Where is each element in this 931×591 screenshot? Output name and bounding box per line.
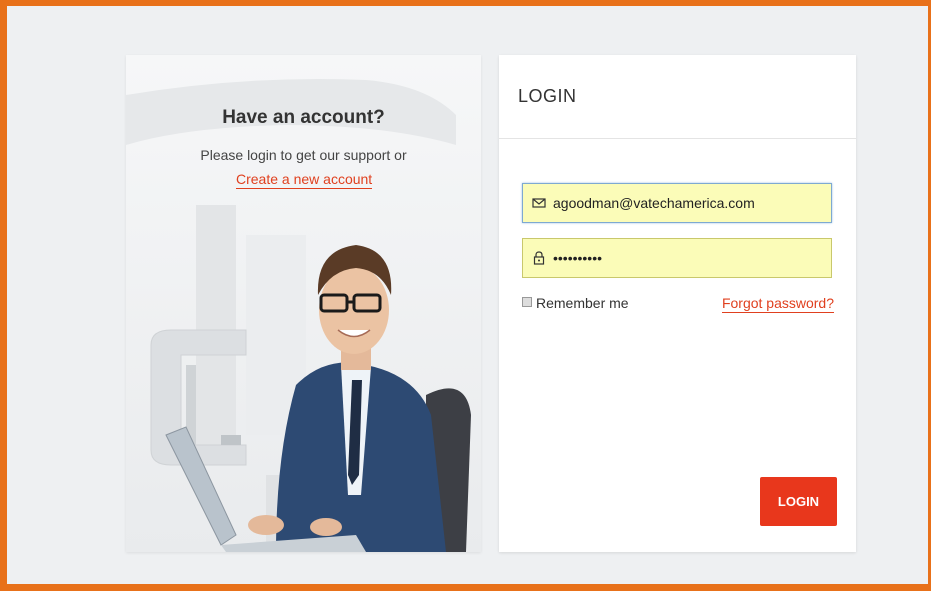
password-value: •••••••••• xyxy=(553,250,603,266)
remember-me-label: Remember me xyxy=(536,295,629,311)
promo-panel: Have an account? Please login to get our… xyxy=(126,55,481,552)
promo-photo xyxy=(126,55,481,552)
lock-icon xyxy=(533,251,545,265)
envelope-icon xyxy=(532,198,546,208)
login-heading: LOGIN xyxy=(518,86,577,106)
login-button[interactable]: LOGIN xyxy=(760,477,837,526)
checkbox-box[interactable] xyxy=(522,297,532,307)
page-frame: Have an account? Please login to get our… xyxy=(0,0,931,591)
email-value: agoodman@vatechamerica.com xyxy=(553,195,755,211)
forgot-password-link[interactable]: Forgot password? xyxy=(721,295,834,313)
promo-title: Have an account? xyxy=(222,107,385,128)
email-field[interactable]: agoodman@vatechamerica.com xyxy=(522,183,832,223)
promo-subtitle: Please login to get our support or xyxy=(200,147,407,163)
header-divider xyxy=(499,138,856,139)
create-account-link[interactable]: Create a new account xyxy=(236,171,373,189)
remember-me-checkbox[interactable]: Remember me xyxy=(522,295,629,311)
password-field[interactable]: •••••••••• xyxy=(522,238,832,278)
login-panel: LOGIN agoodman@vatechamerica.com •••••••… xyxy=(499,55,856,552)
